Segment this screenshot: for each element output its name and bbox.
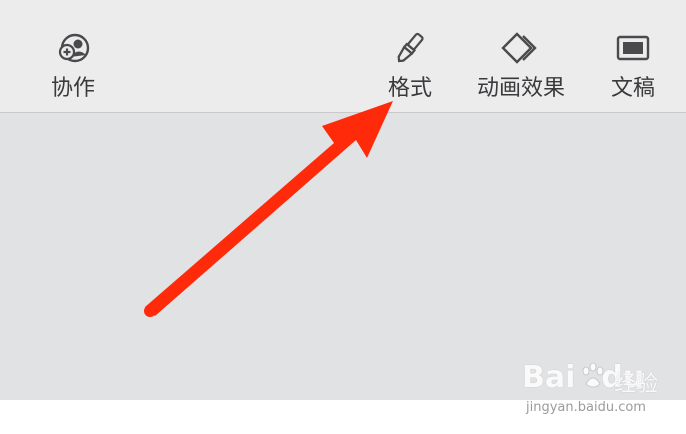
toolbar: 协作 格式 动画效果 文稿 — [0, 0, 686, 113]
content-area — [0, 113, 686, 400]
document-button[interactable]: 文稿 — [602, 28, 664, 108]
paintbrush-icon — [390, 28, 430, 68]
animate-label: 动画效果 — [476, 76, 565, 101]
paw-icon — [582, 362, 604, 388]
watermark-cn-text: 经验 — [614, 372, 659, 397]
format-label: 格式 — [387, 76, 432, 101]
collaborate-label: 协作 — [50, 76, 95, 101]
person-add-icon — [53, 28, 93, 68]
watermark-url: jingyan.baidu.com — [526, 400, 646, 415]
document-label: 文稿 — [610, 76, 655, 101]
baidu-watermark: Bai du 经验 jingyan.baidu.com — [522, 360, 672, 420]
document-panel-icon — [613, 28, 653, 68]
collaborate-button[interactable]: 协作 — [42, 28, 104, 108]
diamond-layers-icon — [501, 28, 541, 68]
format-button[interactable]: 格式 — [380, 28, 440, 108]
animate-button[interactable]: 动画效果 — [472, 28, 570, 108]
